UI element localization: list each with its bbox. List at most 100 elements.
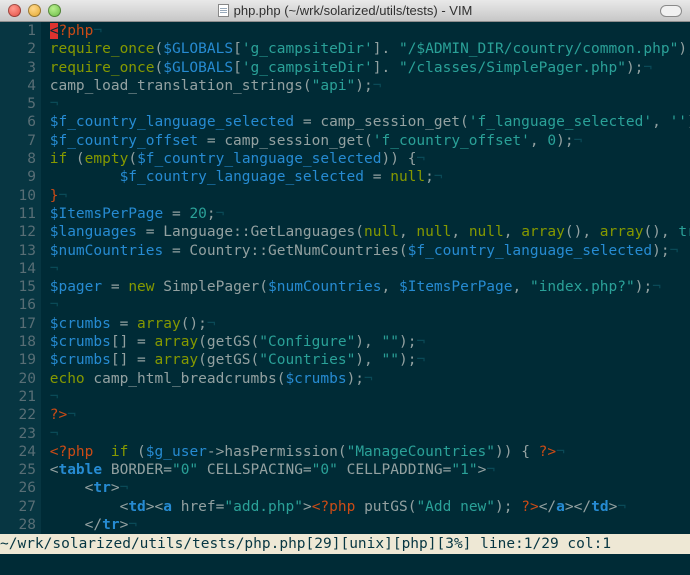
code-line[interactable]: 13 $numCountries = Country::GetNumCountr… <box>0 241 690 260</box>
editor-buffer[interactable]: 1 <?php¬ 2 require_once($GLOBALS['g_camps… <box>0 22 690 535</box>
line-number: 24 <box>0 442 41 462</box>
code-line[interactable]: 22 ?>¬ <box>0 406 690 425</box>
line-number: 4 <box>0 76 41 96</box>
code-line[interactable]: 11 $ItemsPerPage = 20;¬ <box>0 204 690 224</box>
code-token: </ <box>538 498 557 515</box>
code-token: , <box>529 132 548 149</box>
code-token: = Language::GetLanguages( <box>137 224 365 241</box>
code-line[interactable]: 23 ¬ <box>0 424 690 443</box>
code-token: ; <box>425 169 434 186</box>
code-token: (getGS( <box>198 352 260 369</box>
code-line[interactable]: 16 ¬ <box>0 296 690 315</box>
eol-marker: ¬ <box>215 205 225 222</box>
eol-marker: ¬ <box>372 77 382 94</box>
code-line[interactable]: 1 <?php¬ <box>0 22 690 41</box>
eol-marker: ¬ <box>49 388 59 405</box>
eol-marker: ¬ <box>119 480 129 497</box>
code-line[interactable]: 5 ¬ <box>0 95 690 114</box>
code-token: null <box>468 224 504 241</box>
code-token: , <box>503 224 522 241</box>
code-token: <?php <box>311 498 356 515</box>
title-bar[interactable]: php.php (~/wrk/solarized/utils/tests) - … <box>0 0 690 22</box>
code-token: , <box>652 114 670 131</box>
code-token: < <box>49 498 129 515</box>
eol-marker: ¬ <box>49 96 59 113</box>
code-text: <table BORDER="0" CELLSPACING="0" CELLPA… <box>41 462 495 478</box>
eol-marker: ¬ <box>573 132 583 149</box>
code-token: ]. <box>372 41 399 58</box>
code-token: table <box>58 462 103 479</box>
code-token: ( <box>128 151 138 168</box>
eol-marker: ¬ <box>556 443 565 460</box>
code-line[interactable]: 7 $f_country_offset = camp_session_get('… <box>0 131 690 151</box>
code-token: $GLOBALS <box>163 41 234 58</box>
eol-marker: ¬ <box>643 59 653 76</box>
toolbar-toggle-button[interactable] <box>660 5 682 17</box>
code-token: ( <box>67 151 85 168</box>
code-text: $pager = new SimplePager($numCountries, … <box>41 279 661 295</box>
code-line[interactable]: 9 $f_country_language_selected = null;¬ <box>0 168 690 187</box>
code-line[interactable]: 4 camp_load_translation_strings("api");¬ <box>0 76 690 96</box>
code-text: camp_load_translation_strings("api");¬ <box>41 78 382 94</box>
code-line[interactable]: 25 <table BORDER="0" CELLSPACING="0" CEL… <box>0 461 690 480</box>
code-token: 0 <box>547 132 557 149</box>
code-token: [ <box>233 41 242 58</box>
code-token: null <box>390 169 426 186</box>
code-token: "ManageCountries" <box>346 443 495 460</box>
code-text: </tr>¬ <box>41 517 137 533</box>
code-text: $f_country_language_selected = camp_sess… <box>41 114 690 130</box>
code-line[interactable]: 3 require_once($GLOBALS['g_campsiteDir']… <box>0 58 690 77</box>
code-line[interactable]: 15 $pager = new SimplePager($numCountrie… <box>0 278 690 297</box>
code-line[interactable]: 18 $crumbs[] = array(getGS("Configure"),… <box>0 333 690 352</box>
eol-marker: ¬ <box>128 517 138 534</box>
code-token: "" <box>381 352 399 369</box>
line-number: 25 <box>0 461 41 480</box>
line-number: 14 <box>0 259 41 279</box>
code-token: ), <box>355 352 382 369</box>
code-token: (); <box>180 315 207 332</box>
code-token: $f_country_offset <box>49 132 199 149</box>
line-number: 6 <box>0 113 41 132</box>
code-line[interactable]: 26 <tr>¬ <box>0 479 690 498</box>
code-line[interactable]: 10 }¬ <box>0 186 690 205</box>
code-token: "" <box>381 334 399 351</box>
code-token: a <box>163 498 172 515</box>
code-token: = <box>110 315 138 332</box>
line-number: 9 <box>0 168 41 187</box>
code-token: tr <box>93 480 111 497</box>
code-line[interactable]: 2 require_once($GLOBALS['g_campsiteDir']… <box>0 40 690 59</box>
code-line[interactable]: 12 $languages = Language::GetLanguages(n… <box>0 223 690 242</box>
code-token: null <box>416 224 452 241</box>
code-text: $crumbs[] = array(getGS("Configure"), ""… <box>41 334 425 350</box>
line-number: 21 <box>0 387 41 407</box>
eol-marker: ¬ <box>93 23 103 39</box>
code-token: BORDER= <box>102 462 172 479</box>
code-token: ); <box>495 498 522 515</box>
code-line[interactable]: 19 $crumbs[] = array(getGS("Countries"),… <box>0 351 690 370</box>
eol-marker: ¬ <box>652 279 661 296</box>
code-line[interactable]: 27 <td><a href="add.php"><?php putGS("Ad… <box>0 497 690 517</box>
code-token: if <box>49 151 68 168</box>
code-token: ); <box>634 279 653 296</box>
code-line[interactable]: 24 <?php if ($g_user->hasPermission("Man… <box>0 442 690 462</box>
code-line[interactable]: 21 ¬ <box>0 387 690 407</box>
code-text: ¬ <box>41 388 59 405</box>
code-line[interactable]: 17 $crumbs = array();¬ <box>0 314 690 334</box>
code-token: $g_user <box>145 443 207 460</box>
line-number: 1 <box>0 22 41 41</box>
code-token: 'f_country_offset' <box>372 132 530 149</box>
command-line[interactable] <box>0 554 690 575</box>
code-token: CELLPADDING= <box>337 462 452 479</box>
code-token: array <box>599 224 644 241</box>
code-line[interactable]: 14 ¬ <box>0 259 690 279</box>
line-number: 11 <box>0 204 41 224</box>
line-number: 17 <box>0 314 41 334</box>
code-line[interactable]: 28 </tr>¬ <box>0 516 690 535</box>
code-line[interactable]: 6 $f_country_language_selected = camp_se… <box>0 113 690 132</box>
code-token: , <box>381 279 399 296</box>
eol-marker: ¬ <box>416 151 426 168</box>
code-line[interactable]: 20 echo camp_html_breadcrumbs($crumbs);¬ <box>0 369 690 388</box>
eol-marker: ¬ <box>206 315 216 332</box>
code-token: "/$ADMIN_DIR/country/common.php" <box>398 41 679 58</box>
code-line[interactable]: 8 if (empty($f_country_language_selected… <box>0 150 690 169</box>
